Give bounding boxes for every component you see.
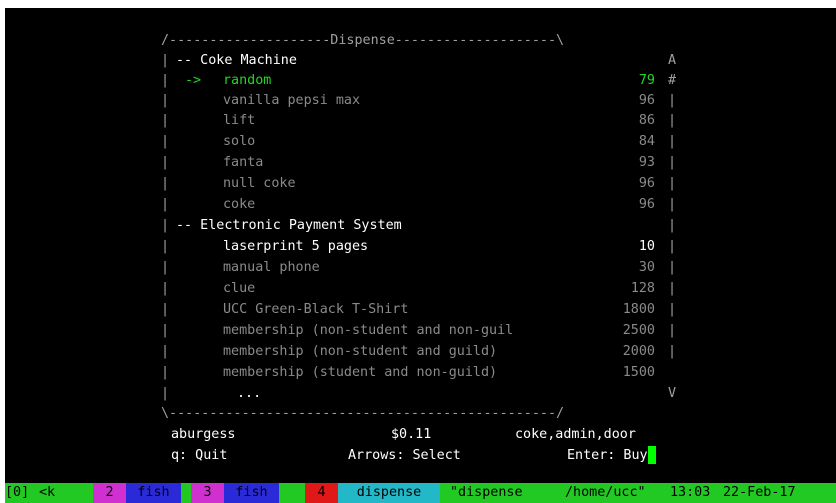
menu-item-price: 96 bbox=[638, 197, 655, 212]
tmux-window-0[interactable]: <k bbox=[39, 483, 55, 503]
menu-item-random[interactable]: random bbox=[223, 71, 271, 91]
scroll-up-indicator: A bbox=[668, 53, 677, 68]
menu-item-laserprint-5-pages[interactable]: laserprint 5 pages bbox=[223, 237, 368, 257]
menu-item-null-coke[interactable]: null coke bbox=[223, 174, 296, 194]
menu-item-vanilla-pepsi-max[interactable]: vanilla pepsi max bbox=[223, 91, 360, 111]
scroll-track: | bbox=[668, 323, 677, 338]
tmux-session: [0] bbox=[5, 485, 30, 500]
tmux-window-4-index[interactable]: 4 bbox=[305, 483, 338, 503]
terminal-window: /--------------------Dispense-----------… bbox=[5, 8, 836, 503]
menu-item-price: 30 bbox=[638, 260, 655, 275]
tmux-date: 22-Feb-17 bbox=[723, 485, 796, 500]
menu-item-solo[interactable]: solo bbox=[223, 132, 255, 152]
left-border-char: | bbox=[161, 176, 170, 191]
scroll-track bbox=[668, 363, 676, 383]
scroll-track: | bbox=[668, 218, 677, 233]
scroll-track: | bbox=[668, 176, 677, 191]
section-header-coke-machine: -- Coke Machine bbox=[176, 53, 297, 68]
menu-item-price: 1800 bbox=[622, 302, 655, 317]
left-border-char: | bbox=[161, 302, 170, 317]
menu-item-price: 93 bbox=[638, 155, 655, 170]
text-cursor bbox=[647, 446, 656, 464]
more-items-ellipsis: ... bbox=[237, 386, 262, 401]
scroll-track: | bbox=[668, 302, 677, 317]
left-border-char: | bbox=[161, 323, 170, 338]
menu-item-price: 84 bbox=[638, 134, 655, 149]
menu-item-membership-nonstudent-nonguild[interactable]: membership (non-student and non-guil bbox=[223, 321, 513, 341]
left-border-char: | bbox=[161, 281, 170, 296]
tmux-window-2-index[interactable]: 2 bbox=[93, 483, 126, 503]
balance: $0.11 bbox=[391, 427, 432, 442]
quit-hint: q: Quit bbox=[171, 448, 228, 463]
menu-item-membership-nonstudent-guild[interactable]: membership (non-student and guild) bbox=[223, 342, 497, 362]
menu-item-price: 96 bbox=[638, 93, 655, 108]
left-border-char: | bbox=[161, 197, 170, 212]
tmux-window-2-name[interactable]: fish bbox=[126, 483, 181, 503]
scroll-thumb: # bbox=[668, 73, 677, 88]
select-hint: Arrows: Select bbox=[348, 448, 461, 463]
left-border-char: | bbox=[161, 53, 170, 68]
section-header-electronic-payment-system: -- Electronic Payment System bbox=[176, 218, 402, 233]
scroll-track: | bbox=[668, 281, 677, 296]
menu-item-lift[interactable]: lift bbox=[223, 111, 255, 131]
buy-hint: Enter: Buy bbox=[567, 446, 656, 466]
left-border-char: | bbox=[161, 218, 170, 233]
dialog-bottom-border: \---------------------------------------… bbox=[161, 406, 565, 421]
left-border-char: | bbox=[161, 73, 170, 88]
menu-item-price: 2500 bbox=[622, 323, 655, 338]
username: aburgess bbox=[171, 427, 236, 442]
selector-arrow: -> bbox=[185, 73, 202, 88]
scroll-track: | bbox=[668, 239, 677, 254]
menu-item-membership-student-nonguild[interactable]: membership (student and non-guild) bbox=[223, 363, 497, 383]
scroll-track: | bbox=[668, 155, 677, 170]
menu-item-price: 2000 bbox=[622, 344, 655, 359]
menu-item-fanta[interactable]: fanta bbox=[223, 153, 263, 173]
menu-item-price: 1500 bbox=[622, 365, 655, 380]
menu-item-price: 96 bbox=[638, 176, 655, 191]
buy-hint-text: Enter: Buy bbox=[567, 448, 648, 463]
menu-item-price: 10 bbox=[638, 239, 655, 254]
menu-item-ucc-t-shirt[interactable]: UCC Green-Black T-Shirt bbox=[223, 300, 408, 320]
tmux-window-3-index[interactable]: 3 bbox=[191, 483, 224, 503]
left-border-char: | bbox=[161, 113, 170, 128]
left-border-char: | bbox=[161, 386, 170, 401]
tmux-pane-title: "dispense bbox=[450, 485, 523, 500]
scroll-track: | bbox=[668, 113, 677, 128]
scroll-track: | bbox=[668, 134, 677, 149]
tmux-window-3-name[interactable]: fish bbox=[224, 483, 279, 503]
tmux-status-bar: [0] <k 2 fish 3 fish 4 dispense "dispens… bbox=[5, 483, 836, 503]
tmux-path: /home/ucc" bbox=[565, 485, 646, 500]
left-border-char: | bbox=[161, 344, 170, 359]
menu-item-clue[interactable]: clue bbox=[223, 279, 255, 299]
left-border-char: | bbox=[161, 93, 170, 108]
left-border-char: | bbox=[161, 260, 170, 275]
left-border-char: | bbox=[161, 365, 170, 380]
scroll-track: | bbox=[668, 93, 677, 108]
user-groups: coke,admin,door bbox=[515, 427, 636, 442]
scroll-track: | bbox=[668, 260, 677, 275]
menu-item-price: 128 bbox=[630, 281, 655, 296]
menu-item-price: 79 bbox=[638, 73, 655, 88]
left-border-char: | bbox=[161, 239, 170, 254]
scroll-track: | bbox=[668, 197, 677, 212]
scroll-track: | bbox=[668, 344, 677, 359]
menu-item-coke[interactable]: coke bbox=[223, 195, 255, 215]
tmux-window-4-name[interactable]: dispense bbox=[338, 483, 440, 503]
left-border-char: | bbox=[161, 134, 170, 149]
menu-item-price: 86 bbox=[638, 113, 655, 128]
dialog-top-border: /--------------------Dispense-----------… bbox=[161, 33, 565, 48]
tmux-time: 13:03 bbox=[670, 485, 711, 500]
scroll-down-indicator: V bbox=[668, 386, 677, 401]
left-border-char: | bbox=[161, 155, 170, 170]
menu-item-manual-phone[interactable]: manual phone bbox=[223, 258, 320, 278]
